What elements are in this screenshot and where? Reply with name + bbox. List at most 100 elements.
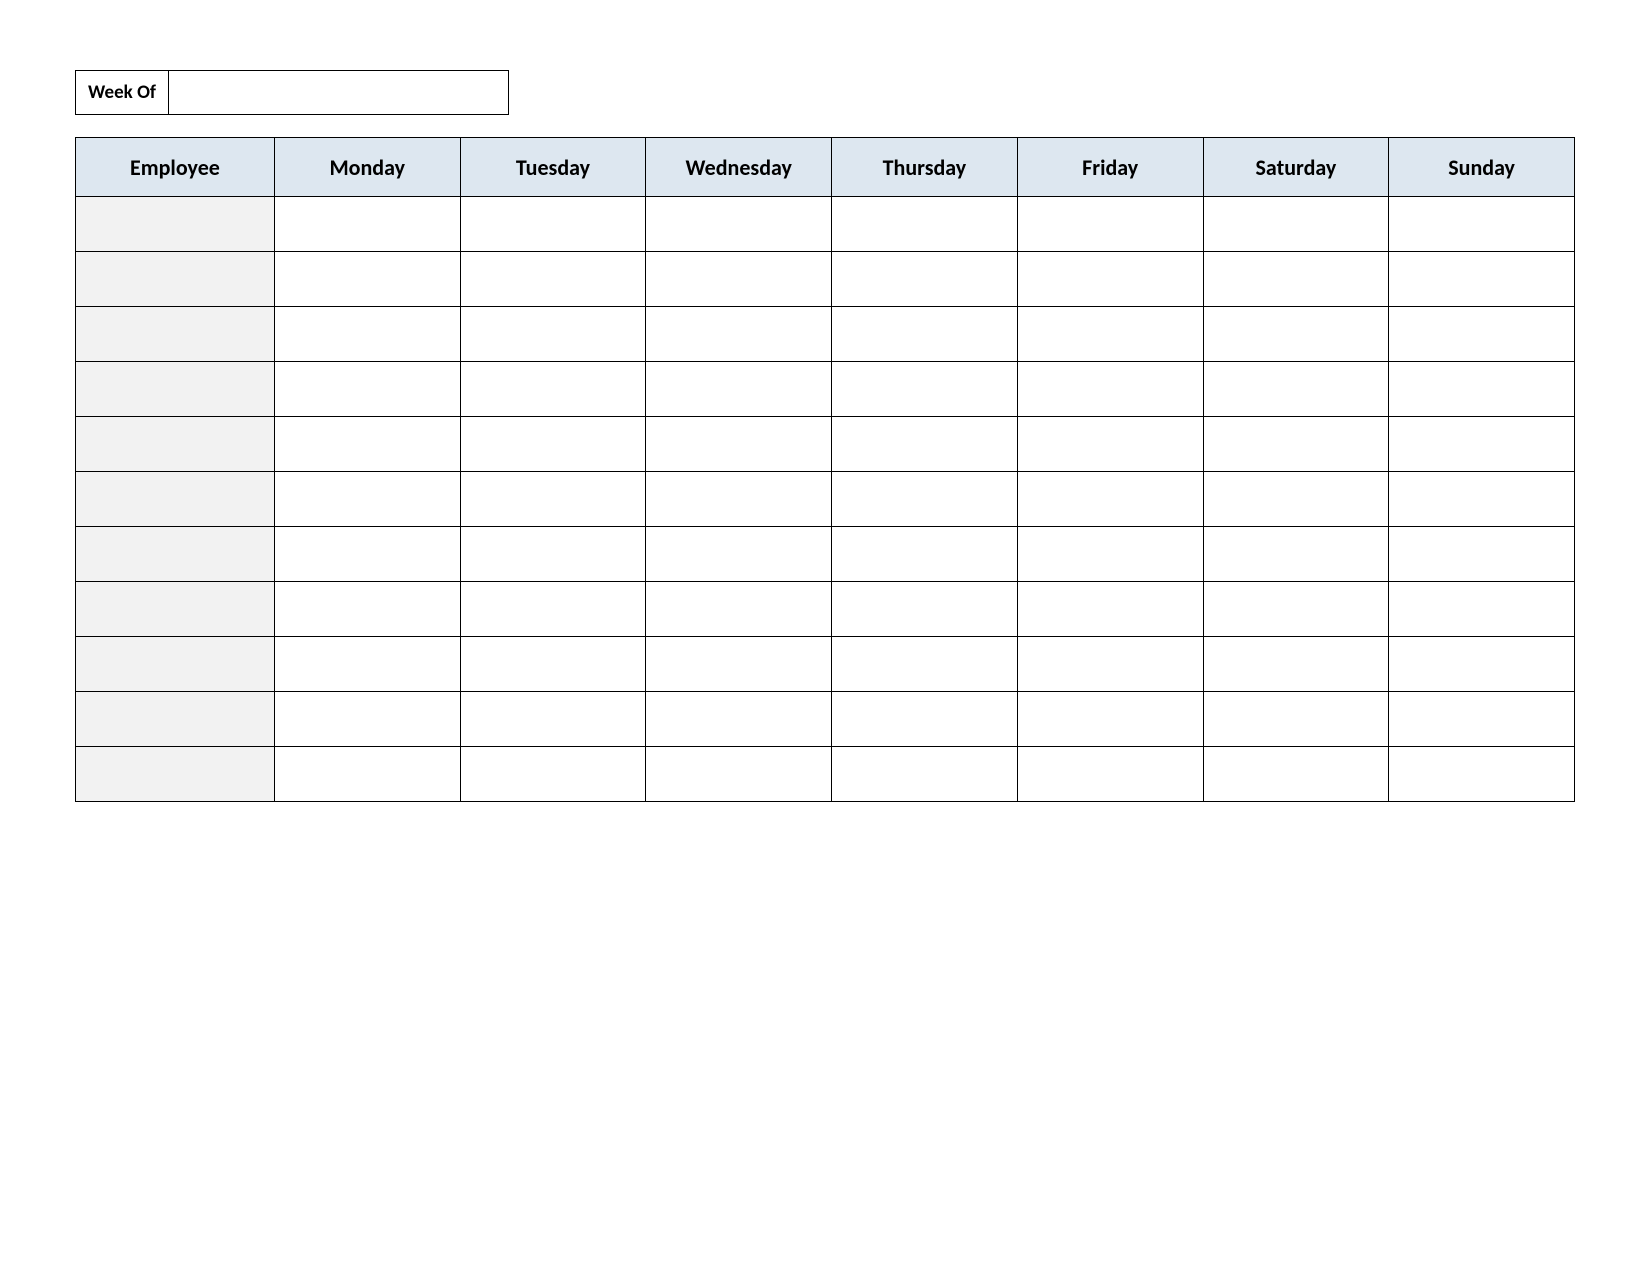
- schedule-cell[interactable]: [1203, 692, 1389, 747]
- schedule-cell[interactable]: [646, 637, 832, 692]
- table-row: [76, 527, 1575, 582]
- schedule-cell[interactable]: [1017, 692, 1203, 747]
- schedule-cell[interactable]: [274, 417, 460, 472]
- schedule-cell[interactable]: [1389, 417, 1575, 472]
- schedule-cell[interactable]: [460, 472, 646, 527]
- schedule-cell[interactable]: [274, 637, 460, 692]
- schedule-cell[interactable]: [1017, 472, 1203, 527]
- schedule-cell[interactable]: [460, 582, 646, 637]
- table-row: [76, 417, 1575, 472]
- schedule-cell[interactable]: [274, 527, 460, 582]
- schedule-cell[interactable]: [460, 637, 646, 692]
- schedule-cell[interactable]: [1017, 362, 1203, 417]
- employee-cell[interactable]: [76, 252, 275, 307]
- schedule-cell[interactable]: [1017, 307, 1203, 362]
- table-row: [76, 472, 1575, 527]
- schedule-cell[interactable]: [646, 692, 832, 747]
- col-header-thursday: Thursday: [832, 138, 1018, 197]
- schedule-cell[interactable]: [460, 307, 646, 362]
- schedule-cell[interactable]: [1203, 747, 1389, 802]
- schedule-cell[interactable]: [832, 747, 1018, 802]
- schedule-cell[interactable]: [1017, 637, 1203, 692]
- schedule-cell[interactable]: [646, 472, 832, 527]
- schedule-cell[interactable]: [460, 252, 646, 307]
- schedule-cell[interactable]: [1017, 527, 1203, 582]
- schedule-cell[interactable]: [832, 252, 1018, 307]
- employee-cell[interactable]: [76, 417, 275, 472]
- schedule-cell[interactable]: [460, 692, 646, 747]
- schedule-cell[interactable]: [646, 417, 832, 472]
- col-header-wednesday: Wednesday: [646, 138, 832, 197]
- employee-cell[interactable]: [76, 582, 275, 637]
- schedule-cell[interactable]: [646, 747, 832, 802]
- schedule-cell[interactable]: [1389, 747, 1575, 802]
- schedule-cell[interactable]: [1017, 197, 1203, 252]
- schedule-cell[interactable]: [832, 582, 1018, 637]
- schedule-cell[interactable]: [1389, 527, 1575, 582]
- schedule-cell[interactable]: [460, 527, 646, 582]
- schedule-cell[interactable]: [832, 307, 1018, 362]
- schedule-cell[interactable]: [274, 582, 460, 637]
- employee-cell[interactable]: [76, 197, 275, 252]
- schedule-cell[interactable]: [1017, 747, 1203, 802]
- schedule-cell[interactable]: [1203, 637, 1389, 692]
- schedule-cell[interactable]: [646, 582, 832, 637]
- schedule-cell[interactable]: [1389, 692, 1575, 747]
- schedule-cell[interactable]: [274, 747, 460, 802]
- table-row: [76, 362, 1575, 417]
- schedule-cell[interactable]: [274, 252, 460, 307]
- schedule-cell[interactable]: [274, 362, 460, 417]
- schedule-cell[interactable]: [1389, 637, 1575, 692]
- schedule-cell[interactable]: [1389, 582, 1575, 637]
- employee-cell[interactable]: [76, 307, 275, 362]
- schedule-cell[interactable]: [832, 527, 1018, 582]
- schedule-cell[interactable]: [832, 692, 1018, 747]
- schedule-cell[interactable]: [646, 307, 832, 362]
- schedule-cell[interactable]: [1017, 417, 1203, 472]
- schedule-cell[interactable]: [832, 417, 1018, 472]
- schedule-cell[interactable]: [274, 197, 460, 252]
- employee-cell[interactable]: [76, 637, 275, 692]
- table-row: [76, 307, 1575, 362]
- schedule-cell[interactable]: [1203, 417, 1389, 472]
- schedule-cell[interactable]: [1203, 582, 1389, 637]
- schedule-cell[interactable]: [1389, 362, 1575, 417]
- schedule-cell[interactable]: [460, 417, 646, 472]
- schedule-cell[interactable]: [274, 307, 460, 362]
- schedule-cell[interactable]: [460, 362, 646, 417]
- schedule-cell[interactable]: [832, 472, 1018, 527]
- schedule-cell[interactable]: [460, 747, 646, 802]
- schedule-cell[interactable]: [832, 362, 1018, 417]
- schedule-cell[interactable]: [1203, 197, 1389, 252]
- schedule-cell[interactable]: [1389, 307, 1575, 362]
- employee-cell[interactable]: [76, 692, 275, 747]
- employee-cell[interactable]: [76, 472, 275, 527]
- schedule-cell[interactable]: [1389, 252, 1575, 307]
- schedule-cell[interactable]: [1017, 252, 1203, 307]
- schedule-cell[interactable]: [646, 252, 832, 307]
- schedule-cell[interactable]: [1203, 252, 1389, 307]
- schedule-cell[interactable]: [274, 472, 460, 527]
- schedule-cell[interactable]: [646, 362, 832, 417]
- col-header-employee: Employee: [76, 138, 275, 197]
- schedule-cell[interactable]: [274, 692, 460, 747]
- schedule-cell[interactable]: [1203, 472, 1389, 527]
- employee-cell[interactable]: [76, 527, 275, 582]
- schedule-cell[interactable]: [646, 527, 832, 582]
- col-header-tuesday: Tuesday: [460, 138, 646, 197]
- employee-cell[interactable]: [76, 362, 275, 417]
- schedule-cell[interactable]: [460, 197, 646, 252]
- schedule-cell[interactable]: [1017, 582, 1203, 637]
- table-row: [76, 637, 1575, 692]
- schedule-cell[interactable]: [1389, 197, 1575, 252]
- schedule-cell[interactable]: [832, 637, 1018, 692]
- schedule-cell[interactable]: [646, 197, 832, 252]
- schedule-cell[interactable]: [832, 197, 1018, 252]
- schedule-cell[interactable]: [1203, 307, 1389, 362]
- schedule-cell[interactable]: [1203, 527, 1389, 582]
- schedule-table: Employee Monday Tuesday Wednesday Thursd…: [75, 137, 1575, 802]
- schedule-cell[interactable]: [1203, 362, 1389, 417]
- week-of-input[interactable]: [169, 70, 509, 115]
- schedule-cell[interactable]: [1389, 472, 1575, 527]
- employee-cell[interactable]: [76, 747, 275, 802]
